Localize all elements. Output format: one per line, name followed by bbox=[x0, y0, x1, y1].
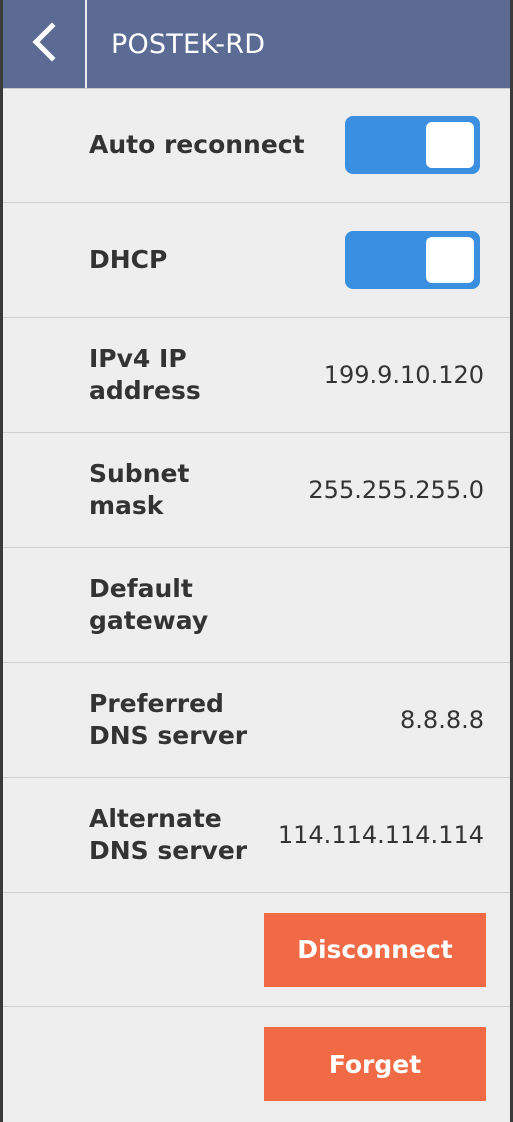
back-button[interactable] bbox=[3, 0, 87, 88]
dhcp-row: DHCP bbox=[3, 203, 510, 318]
preferred-dns-value: 8.8.8.8 bbox=[400, 706, 484, 734]
dhcp-toggle[interactable] bbox=[345, 231, 480, 289]
disconnect-row: Disconnect bbox=[3, 893, 510, 1007]
forget-row: Forget bbox=[3, 1007, 510, 1121]
default-gateway-row: Default gateway bbox=[3, 548, 510, 663]
auto-reconnect-label: Auto reconnect bbox=[89, 129, 305, 159]
default-gateway-label: Default gateway bbox=[89, 573, 209, 636]
alternate-dns-label: Alternate DNS server bbox=[89, 803, 248, 866]
preferred-dns-label: Preferred DNS server bbox=[89, 688, 248, 751]
ipv4-address-value: 199.9.10.120 bbox=[323, 361, 484, 389]
chevron-left-icon bbox=[30, 22, 58, 66]
toggle-knob bbox=[426, 122, 474, 168]
auto-reconnect-row: Auto reconnect bbox=[3, 88, 510, 203]
ipv4-address-label: IPv4 IP address bbox=[89, 343, 201, 406]
dhcp-label: DHCP bbox=[89, 244, 168, 274]
network-settings-list: Auto reconnect DHCP IPv4 IP address 199.… bbox=[3, 88, 510, 1121]
disconnect-button[interactable]: Disconnect bbox=[264, 912, 486, 987]
page-title: POSTEK-RD bbox=[111, 28, 266, 60]
alternate-dns-row: Alternate DNS server 114.114.114.114 bbox=[3, 778, 510, 893]
subnet-mask-label: Subnet mask bbox=[89, 458, 190, 521]
forget-button[interactable]: Forget bbox=[264, 1027, 486, 1101]
subnet-mask-value: 255.255.255.0 bbox=[308, 476, 484, 504]
ipv4-address-row: IPv4 IP address 199.9.10.120 bbox=[3, 318, 510, 433]
alternate-dns-value: 114.114.114.114 bbox=[277, 821, 484, 849]
toggle-knob bbox=[426, 237, 474, 283]
top-bar: POSTEK-RD bbox=[3, 0, 510, 89]
auto-reconnect-toggle[interactable] bbox=[345, 116, 480, 174]
subnet-mask-row: Subnet mask 255.255.255.0 bbox=[3, 433, 510, 548]
screen: POSTEK-RD Auto reconnect DHCP IPv4 IP ad… bbox=[0, 0, 513, 1122]
preferred-dns-row: Preferred DNS server 8.8.8.8 bbox=[3, 663, 510, 778]
